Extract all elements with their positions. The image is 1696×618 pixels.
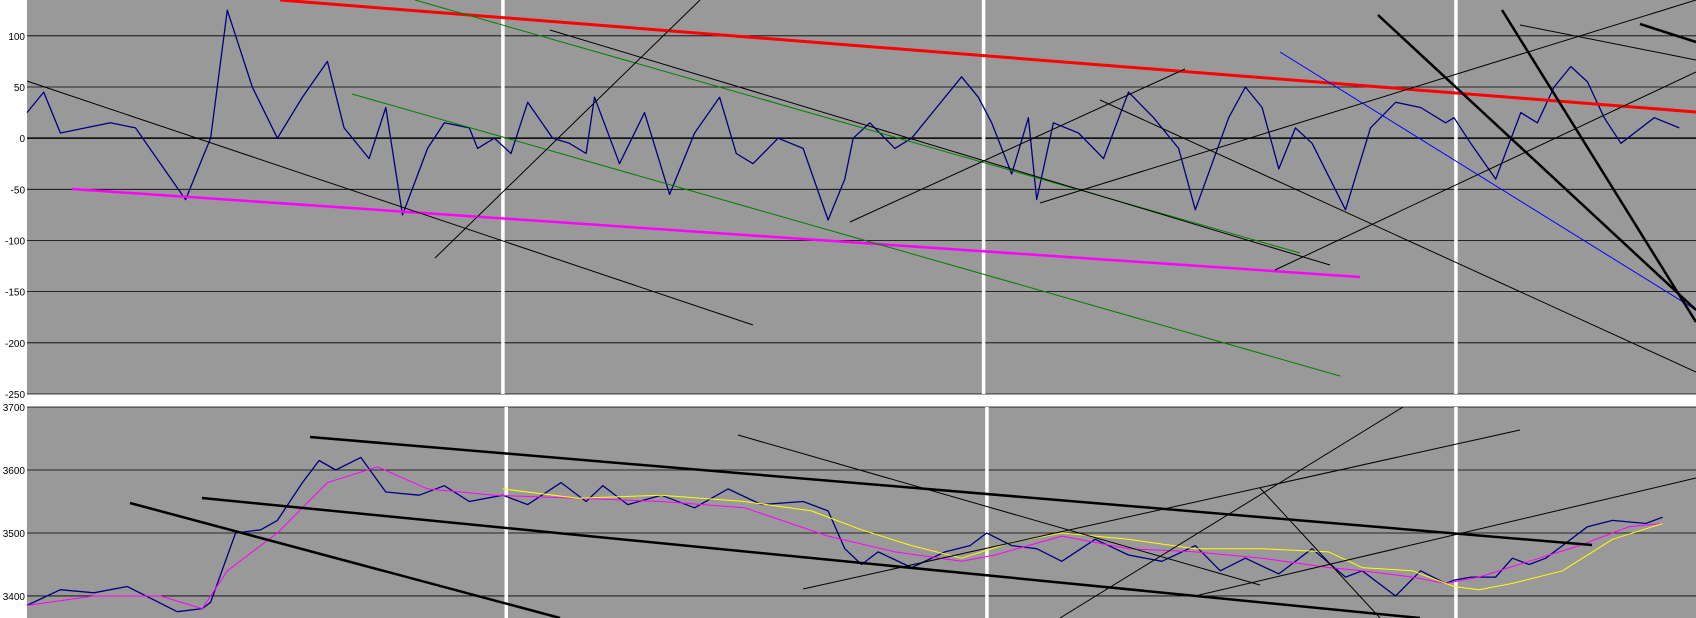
chart-canvas: 100 50 0 -50 -100 -150 -200 -250 3700 3600 3500 34…: [0, 0, 1696, 618]
y-tick-label: 3600: [3, 466, 26, 477]
panel-separator: [981, 0, 986, 394]
price-chart: 3700 3600 3500 3400: [3, 403, 1696, 618]
y-tick-label: -200: [5, 339, 25, 350]
panel-separator: [504, 407, 509, 618]
plot-area: [27, 407, 1696, 618]
panel-separator: [1454, 0, 1458, 394]
y-tick-label: 0: [19, 134, 25, 145]
y-tick-label: 3400: [3, 592, 26, 603]
panel-separator: [985, 407, 989, 618]
y-tick-label: 100: [8, 32, 25, 43]
y-tick-label: -250: [5, 390, 25, 401]
y-tick-label: 50: [14, 83, 26, 94]
plot-area: [27, 0, 1696, 394]
panel-separator: [501, 0, 505, 394]
oscillator-chart: 100 50 0 -50 -100 -150 -200 -250: [5, 0, 1696, 401]
y-tick-label: -50: [11, 185, 26, 196]
y-tick-label: 3700: [3, 403, 26, 414]
y-tick-label: 3500: [3, 529, 26, 540]
y-tick-label: -150: [5, 288, 25, 299]
y-tick-label: -100: [5, 236, 25, 247]
